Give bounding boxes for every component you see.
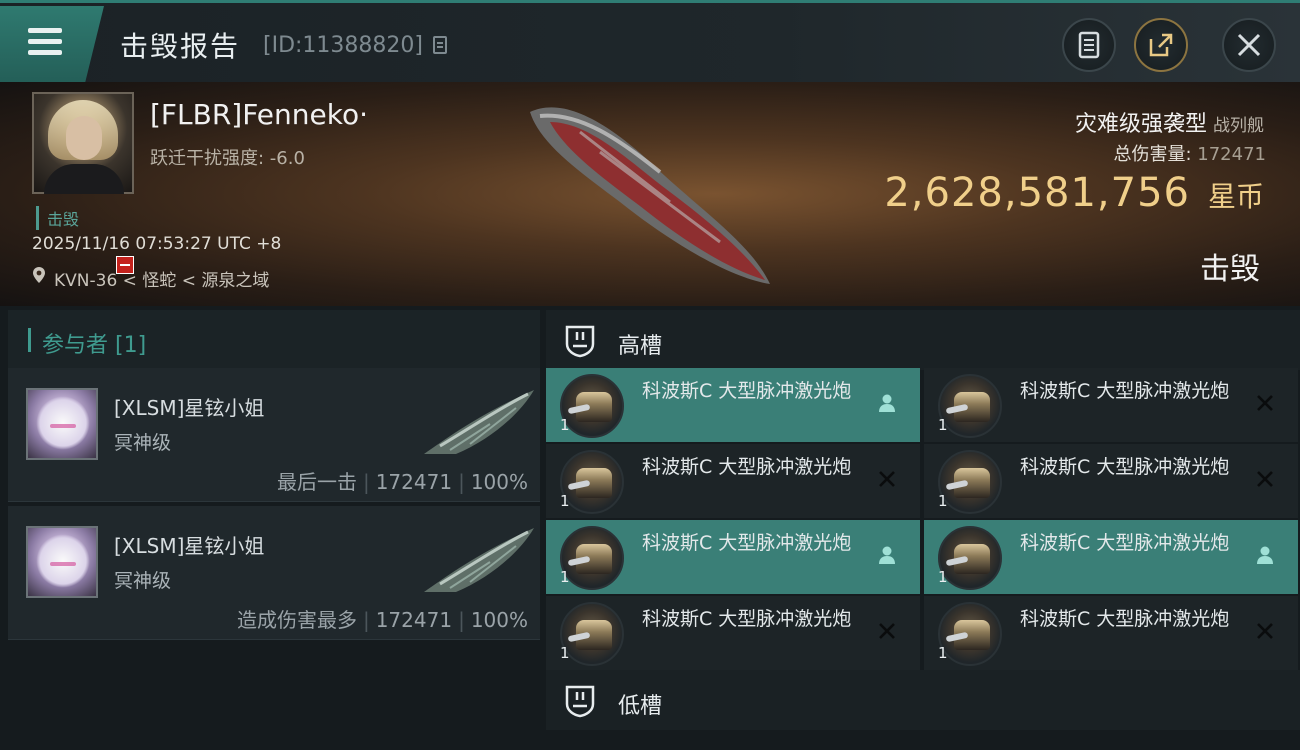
x-icon	[1257, 623, 1273, 639]
menu-button[interactable]	[0, 6, 104, 82]
close-icon	[1237, 33, 1261, 57]
laser-turret-icon	[938, 526, 1002, 590]
warp-jam-strength: 跃迁干扰强度: -6.0	[150, 148, 305, 169]
module-item[interactable]: 1 科波斯C 大型脉冲激光炮	[924, 520, 1298, 594]
participant-role: 造成伤害最多	[236, 608, 357, 632]
fitting-panel: 高槽 1 科波斯C 大型脉冲激光炮 1 科波斯C 大型脉冲激光炮 1 科波斯C 大型脉冲激…	[540, 306, 1300, 750]
module-item[interactable]: 1 科波斯C 大型脉冲激光炮	[924, 596, 1298, 670]
participant-ship-image	[424, 390, 534, 454]
kill-tag: 击毁	[36, 206, 79, 230]
map-pin-icon	[33, 267, 45, 283]
participant-name: [XLSM]星铉小姐	[114, 396, 265, 420]
laser-turret-icon	[560, 450, 624, 514]
module-quantity: 1	[938, 416, 948, 434]
module-name: 科波斯C 大型脉冲激光炮	[642, 456, 852, 478]
participant-ship-image	[424, 528, 534, 592]
module-name: 科波斯C 大型脉冲激光炮	[642, 380, 852, 402]
ship-name: 灾难级强袭型	[1074, 112, 1207, 137]
victim-ship-type: 灾难级强袭型 战列舰	[1075, 106, 1264, 138]
low-slot-header: 低槽	[546, 670, 1300, 730]
participant-name: [XLSM]星铉小姐	[114, 534, 265, 558]
total-damage: 总伤害量: 172471	[1113, 140, 1266, 166]
module-name: 科波斯C 大型脉冲激光炮	[1020, 608, 1230, 630]
victim-banner: [FLBR]Fenneko· 跃迁干扰强度: -6.0 击毁 2025/11/1…	[0, 82, 1300, 306]
shield-slot-icon	[565, 325, 595, 358]
participant-damage: 172471	[375, 608, 453, 632]
laser-turret-icon	[560, 374, 624, 438]
x-icon	[879, 623, 895, 639]
module-quantity: 1	[560, 416, 570, 434]
module-item[interactable]: 1 科波斯C 大型脉冲激光炮	[546, 596, 920, 670]
participant-avatar[interactable]	[26, 388, 98, 460]
laser-turret-icon	[560, 526, 624, 590]
kill-location[interactable]: KVN-36 < 怪蛇 < 源泉之域	[54, 266, 269, 291]
low-slot-label: 低槽	[618, 694, 663, 719]
participant-avatar[interactable]	[26, 526, 98, 598]
report-id: [ID:11388820]	[263, 33, 423, 58]
participant-card[interactable]: [XLSM]星铉小姐 冥神级 造成伤害最多 | 172471 | 100%	[8, 506, 540, 640]
total-damage-label: 总伤害量:	[1113, 144, 1192, 165]
high-slot-label: 高槽	[618, 334, 663, 359]
kill-timestamp: 2025/11/16 07:53:27 UTC +8	[32, 234, 282, 254]
module-item[interactable]: 1 科波斯C 大型脉冲激光炮	[546, 444, 920, 518]
victim-ship-image[interactable]	[520, 92, 780, 292]
participant-percent: 100%	[470, 470, 528, 494]
victim-portrait[interactable]	[32, 92, 134, 194]
module-name: 科波斯C 大型脉冲激光炮	[642, 608, 852, 630]
module-item[interactable]: 1 科波斯C 大型脉冲激光炮	[546, 368, 920, 442]
notes-button[interactable]	[1062, 18, 1116, 72]
laser-turret-icon	[938, 374, 1002, 438]
person-icon	[1257, 546, 1273, 564]
module-quantity: 1	[560, 492, 570, 510]
participant-role: 最后一击	[276, 470, 357, 494]
laser-turret-icon	[560, 602, 624, 666]
high-slot-header: 高槽	[546, 310, 1300, 370]
participant-ship: 冥神级	[114, 570, 172, 592]
close-button[interactable]	[1222, 18, 1276, 72]
share-button[interactable]	[1134, 18, 1188, 72]
laser-turret-icon	[938, 450, 1002, 514]
share-icon	[1149, 33, 1173, 57]
copy-icon[interactable]	[433, 36, 447, 54]
isk-value: 2,628,581,756 星币	[884, 170, 1264, 216]
participants-header: 参与者 [1]	[8, 310, 540, 368]
victim-name[interactable]: [FLBR]Fenneko·	[150, 98, 368, 131]
participants-title: 参与者 [1]	[42, 333, 147, 358]
module-name: 科波斯C 大型脉冲激光炮	[1020, 456, 1230, 478]
participant-damage: 172471	[375, 470, 453, 494]
module-quantity: 1	[938, 568, 948, 586]
module-name: 科波斯C 大型脉冲激光炮	[642, 532, 852, 554]
laser-turret-icon	[938, 602, 1002, 666]
module-item[interactable]: 1 科波斯C 大型脉冲激光炮	[924, 444, 1298, 518]
participant-card[interactable]: [XLSM]星铉小姐 冥神级 最后一击 | 172471 | 100%	[8, 368, 540, 502]
participant-ship: 冥神级	[114, 432, 172, 454]
module-item[interactable]: 1 科波斯C 大型脉冲激光炮	[924, 368, 1298, 442]
participant-stats: 最后一击 | 172471 | 100%	[276, 470, 528, 494]
module-name: 科波斯C 大型脉冲激光炮	[1020, 532, 1230, 554]
isk-unit: 星币	[1207, 180, 1264, 213]
participants-panel: 参与者 [1] [XLSM]星铉小姐 冥神级 最后一击 | 172471 | 100% …	[0, 306, 540, 750]
x-icon	[1257, 395, 1273, 411]
document-icon	[1078, 31, 1100, 59]
shield-slot-icon	[565, 685, 595, 718]
person-icon	[879, 394, 895, 412]
module-quantity: 1	[560, 568, 570, 586]
x-icon	[1257, 471, 1273, 487]
module-quantity: 1	[938, 644, 948, 662]
ship-class: 战列舰	[1213, 116, 1264, 136]
total-damage-value: 172471	[1197, 144, 1266, 165]
page-title: 击毁报告	[120, 30, 241, 63]
x-icon	[879, 471, 895, 487]
participant-percent: 100%	[470, 608, 528, 632]
module-quantity: 1	[938, 492, 948, 510]
isk-amount: 2,628,581,756	[884, 170, 1190, 216]
title-bar: 击毁报告 [ID:11388820]	[0, 0, 1300, 82]
person-icon	[879, 546, 895, 564]
module-name: 科波斯C 大型脉冲激光炮	[1020, 380, 1230, 402]
module-item[interactable]: 1 科波斯C 大型脉冲激光炮	[546, 520, 920, 594]
kill-status: 击毁	[1200, 252, 1260, 287]
participant-stats: 造成伤害最多 | 172471 | 100%	[236, 608, 528, 632]
module-quantity: 1	[560, 644, 570, 662]
